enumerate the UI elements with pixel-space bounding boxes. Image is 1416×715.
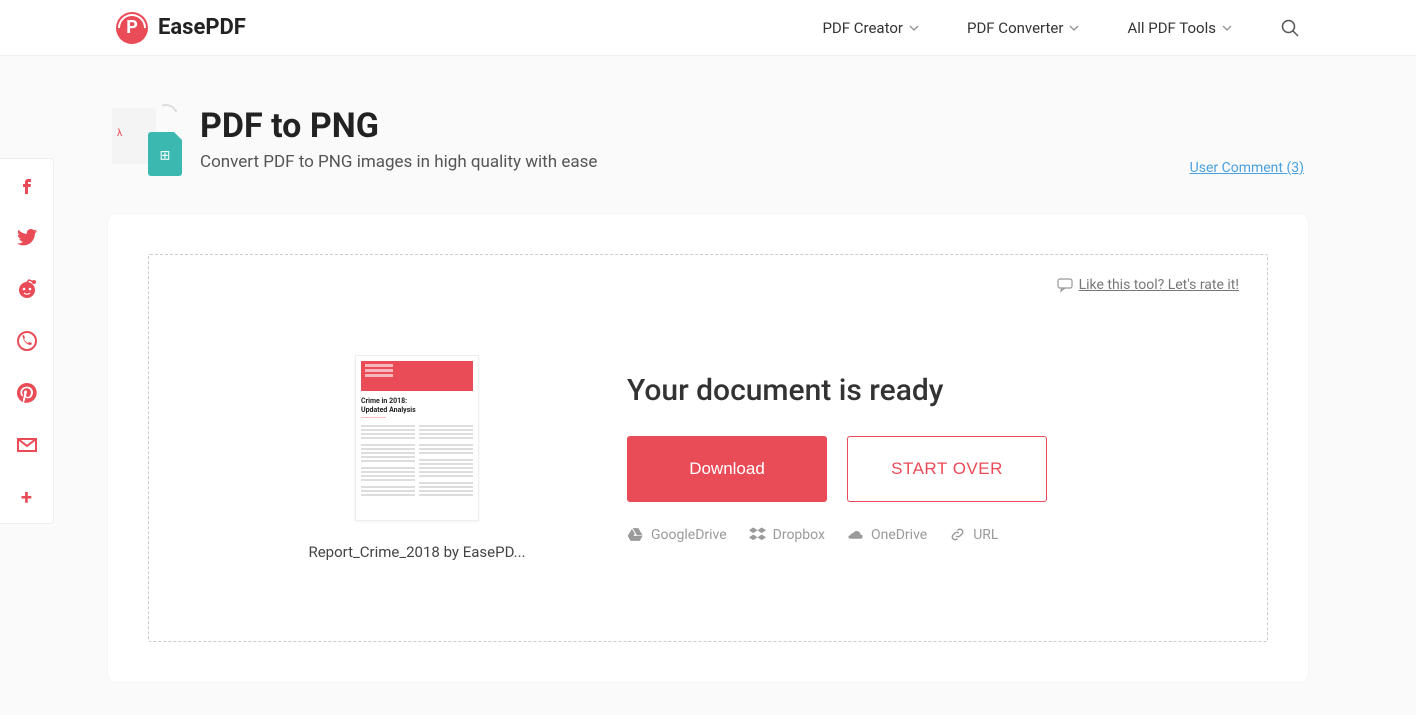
result-panel: Like this tool? Let's rate it! Crime in … — [108, 214, 1308, 682]
onedrive-icon — [847, 526, 864, 543]
chevron-down-icon — [1222, 23, 1232, 33]
ready-heading: Your document is ready — [627, 373, 1239, 408]
cloud-label: GoogleDrive — [651, 527, 727, 543]
nav-pdf-creator[interactable]: PDF Creator — [822, 19, 919, 37]
title-block: PDF to PNG Convert PDF to PNG images in … — [200, 106, 597, 172]
cloud-label: Dropbox — [773, 527, 825, 543]
action-column: Your document is ready Download START OV… — [627, 373, 1239, 543]
cloud-label: URL — [973, 527, 998, 543]
title-row: PDF to PNG Convert PDF to PNG images in … — [108, 106, 1308, 176]
chevron-down-icon — [909, 23, 919, 33]
more-share-icon[interactable]: + — [15, 485, 39, 509]
logo[interactable]: P EasePDF — [116, 12, 246, 44]
pinterest-icon[interactable] — [15, 381, 39, 405]
nav-pdf-converter[interactable]: PDF Converter — [967, 19, 1079, 37]
reddit-icon[interactable] — [15, 277, 39, 301]
preview-column: Crime in 2018: Updated Analysis ─────── — [307, 355, 527, 561]
twitter-icon[interactable] — [15, 225, 39, 249]
nav-label: All PDF Tools — [1127, 19, 1216, 37]
page-subtitle: Convert PDF to PNG images in high qualit… — [200, 152, 597, 172]
dashed-box: Like this tool? Let's rate it! Crime in … — [148, 254, 1268, 642]
chevron-down-icon — [1069, 23, 1079, 33]
download-button[interactable]: Download — [627, 436, 827, 502]
nav-label: PDF Converter — [967, 19, 1063, 37]
save-dropbox[interactable]: Dropbox — [749, 526, 825, 543]
social-share-rail: + — [0, 158, 54, 524]
thumb-title-1: Crime in 2018: — [361, 397, 473, 405]
search-icon[interactable] — [1280, 18, 1300, 38]
logo-icon: P — [116, 12, 148, 44]
cloud-save-row: GoogleDrive Dropbox OneDrive URL — [627, 526, 1239, 543]
rate-tool-link[interactable]: Like this tool? Let's rate it! — [1057, 277, 1239, 293]
site-header: P EasePDF PDF Creator PDF Converter All … — [0, 0, 1416, 56]
main-container: PDF to PNG Convert PDF to PNG images in … — [108, 56, 1308, 712]
page-title: PDF to PNG — [200, 106, 597, 146]
nav-all-tools[interactable]: All PDF Tools — [1127, 19, 1232, 37]
main-nav: PDF Creator PDF Converter All PDF Tools — [822, 18, 1300, 38]
save-onedrive[interactable]: OneDrive — [847, 526, 927, 543]
link-icon — [949, 526, 966, 543]
nav-label: PDF Creator — [822, 19, 903, 37]
tool-icon — [112, 106, 182, 176]
whatsapp-icon[interactable] — [15, 329, 39, 353]
file-name: Report_Crime_2018 by EasePD... — [308, 543, 525, 561]
chat-icon — [1057, 277, 1073, 293]
cloud-label: OneDrive — [871, 527, 927, 543]
document-thumbnail[interactable]: Crime in 2018: Updated Analysis ─────── — [355, 355, 479, 521]
thumb-title-2: Updated Analysis — [361, 406, 473, 414]
googledrive-icon — [627, 526, 644, 543]
content-row: Crime in 2018: Updated Analysis ─────── — [177, 279, 1239, 561]
facebook-icon[interactable] — [15, 173, 39, 197]
brand-text: EasePDF — [158, 15, 246, 40]
start-over-button[interactable]: START OVER — [847, 436, 1047, 502]
save-googledrive[interactable]: GoogleDrive — [627, 526, 727, 543]
email-icon[interactable] — [15, 433, 39, 457]
user-comment-link[interactable]: User Comment (3) — [1190, 160, 1304, 176]
dropbox-icon — [749, 526, 766, 543]
button-row: Download START OVER — [627, 436, 1239, 502]
save-url[interactable]: URL — [949, 526, 998, 543]
rate-label: Like this tool? Let's rate it! — [1079, 277, 1239, 293]
